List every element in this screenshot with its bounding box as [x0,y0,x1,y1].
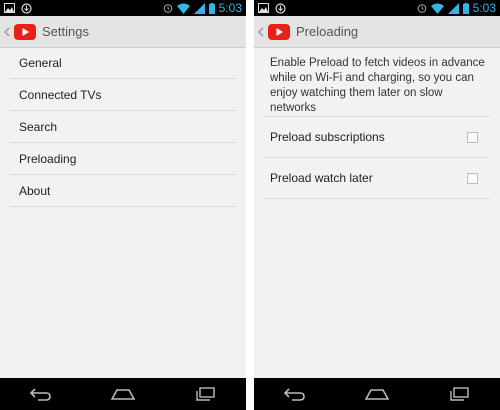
preload-subscriptions-label: Preload subscriptions [270,130,385,144]
settings-item-label: Search [19,119,58,134]
signal-icon [193,2,205,14]
signal-icon [447,2,459,14]
settings-item-label: General [19,55,62,70]
alarm-icon [163,4,172,13]
preload-subscriptions-checkbox[interactable] [467,131,478,143]
settings-item-search[interactable]: Search [10,111,236,143]
alarm-icon [417,4,426,13]
settings-item-preloading[interactable]: Preloading [10,143,236,175]
settings-item-label: Connected TVs [19,87,102,102]
back-icon [29,388,51,401]
status-time: 5:03 [218,1,242,15]
settings-list: General Connected TVs Search Preloading … [10,47,236,207]
home-icon [365,389,389,400]
settings-item-label: About [19,183,51,198]
home-icon [111,389,135,400]
recent-apps-icon [196,387,215,401]
status-bar: 5:03 [0,0,246,16]
wifi-icon [176,3,190,14]
battery-icon [208,2,215,14]
preload-watch-later-option[interactable]: Preload watch later [264,157,490,198]
back-button[interactable] [280,384,310,404]
recent-apps-button[interactable] [444,384,474,404]
youtube-logo-icon[interactable] [268,23,290,40]
up-navigation-icon[interactable] [2,26,12,37]
navigation-bar [0,378,246,410]
action-bar: Settings [0,16,246,48]
download-notification-icon [275,2,286,14]
status-bar: 5:03 [254,0,500,16]
youtube-logo-icon[interactable] [14,23,36,40]
preload-subscriptions-option[interactable]: Preload subscriptions [264,116,490,157]
image-notification-icon [4,3,15,13]
download-notification-icon [21,2,32,14]
home-button[interactable] [362,384,392,404]
list-divider [264,198,490,199]
settings-item-connected-tvs[interactable]: Connected TVs [10,79,236,111]
action-bar: Preloading [254,16,500,48]
battery-icon [462,2,469,14]
page-title: Preloading [296,24,359,39]
preload-description: Enable Preload to fetch videos in advanc… [270,57,485,114]
page-title: Settings [42,24,89,39]
status-time: 5:03 [472,1,496,15]
image-notification-icon [258,3,269,13]
wifi-icon [430,3,444,14]
preload-watch-later-label: Preload watch later [270,171,373,185]
settings-item-label: Preloading [19,151,77,166]
settings-item-general[interactable]: General [10,47,236,79]
navigation-bar [254,378,500,410]
recent-apps-icon [450,387,469,401]
preload-watch-later-checkbox[interactable] [467,172,478,184]
settings-item-about[interactable]: About [10,175,236,207]
back-button[interactable] [26,384,56,404]
recent-apps-button[interactable] [190,384,220,404]
settings-screen: 5:03 Settings General Connected TVs Sear… [0,0,246,410]
preloading-screen: 5:03 Preloading Enable Preload to fetch … [254,0,500,410]
back-icon [283,388,305,401]
home-button[interactable] [108,384,138,404]
up-navigation-icon[interactable] [256,26,266,37]
